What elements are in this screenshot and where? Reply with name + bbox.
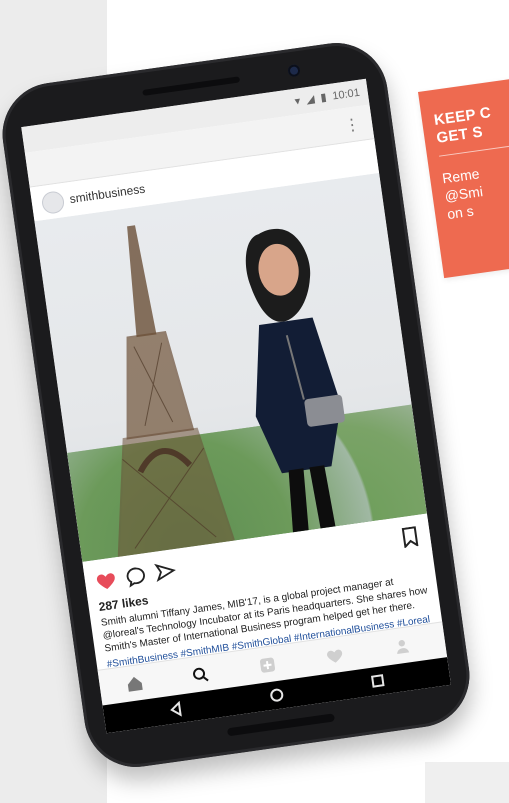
heart-icon[interactable] (94, 568, 119, 593)
bottom-speaker (226, 713, 335, 737)
signal-icon: ◢ (305, 93, 316, 107)
comment-icon[interactable] (123, 564, 148, 589)
home-circle-icon[interactable] (268, 686, 286, 704)
avatar[interactable] (40, 190, 66, 215)
profile-icon[interactable] (392, 636, 412, 656)
status-time: 10:01 (331, 86, 361, 103)
phone-mockup: ▾ ◢ ▮ 10:01 ⋮ smithbusiness 287 likes Sm… (0, 0, 509, 803)
earpiece-speaker (142, 76, 241, 96)
status-right: ▾ ◢ ▮ 10:01 (294, 86, 361, 108)
phone-screen: ▾ ◢ ▮ 10:01 ⋮ smithbusiness 287 likes Sm… (21, 78, 452, 734)
battery-icon: ▮ (319, 91, 328, 105)
post-photo (34, 172, 427, 562)
activity-heart-icon[interactable] (325, 646, 345, 666)
more-options-icon[interactable]: ⋮ (343, 114, 362, 136)
front-camera (287, 63, 301, 78)
search-icon[interactable] (190, 664, 210, 684)
phone-device: ▾ ◢ ▮ 10:01 ⋮ smithbusiness 287 likes Sm… (0, 36, 477, 774)
home-icon[interactable] (125, 674, 145, 694)
wifi-icon: ▾ (293, 95, 302, 108)
share-icon[interactable] (153, 560, 178, 585)
bookmark-icon[interactable] (401, 526, 420, 549)
back-triangle-icon[interactable] (167, 700, 185, 718)
add-post-icon[interactable] (257, 655, 277, 675)
recents-square-icon[interactable] (369, 672, 387, 690)
username[interactable]: smithbusiness (69, 182, 146, 206)
